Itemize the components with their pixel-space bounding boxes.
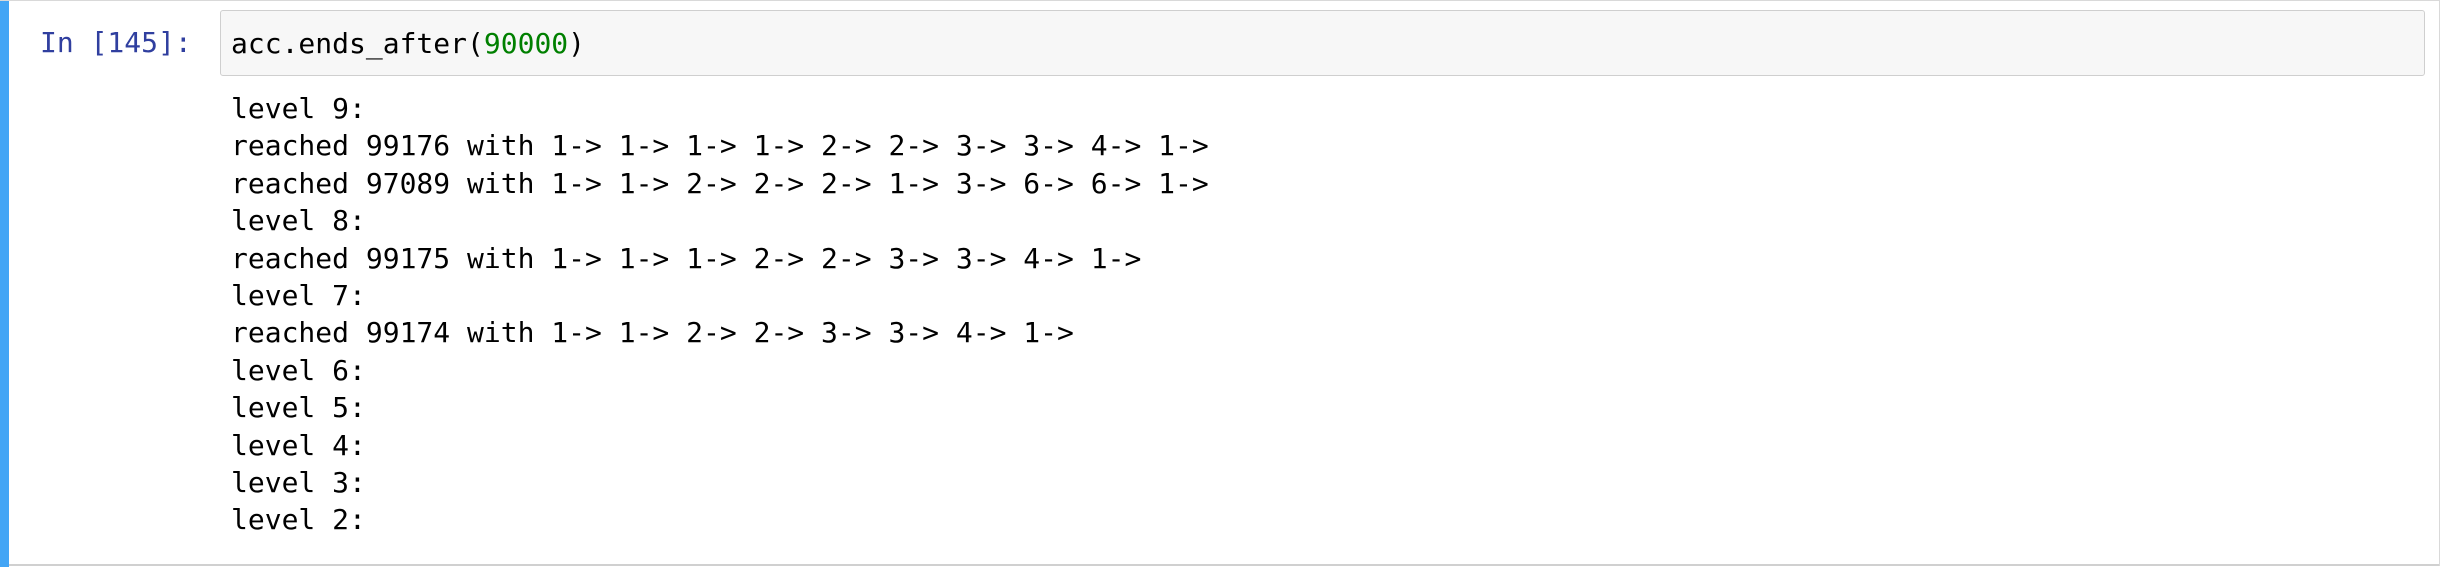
code-call: acc.ends_after( [231, 27, 484, 60]
output-line: level 6: [231, 353, 366, 387]
output-line: reached 99175 with 1-> 1-> 1-> 2-> 2-> 3… [231, 241, 1142, 275]
code-closing-paren: ) [568, 27, 586, 60]
notebook-cell[interactable]: In [145]: acc.ends_after(90000) level 9:… [0, 0, 2440, 567]
cell-output: level 9: reached 99176 with 1-> 1-> 1-> … [231, 90, 2411, 539]
code-input[interactable]: acc.ends_after(90000) [220, 10, 2425, 76]
output-line: reached 99174 with 1-> 1-> 2-> 2-> 3-> 3… [231, 316, 1074, 350]
input-prompt: In [145]: [40, 26, 192, 59]
output-line: level 9: [231, 92, 366, 125]
output-line: level 7: [231, 278, 366, 312]
output-line: level 2: [231, 503, 366, 537]
output-line: level 8: [231, 204, 366, 238]
code-number-literal: 90000 [483, 27, 569, 60]
output-line: reached 99176 with 1-> 1-> 1-> 1-> 2-> 2… [231, 129, 1209, 163]
cell-selection-bar [0, 1, 9, 567]
output-line: level 4: [231, 428, 366, 462]
output-line: level 5: [231, 391, 366, 425]
output-line: reached 97089 with 1-> 1-> 2-> 2-> 2-> 1… [231, 166, 1209, 200]
output-line: level 3: [231, 465, 366, 499]
